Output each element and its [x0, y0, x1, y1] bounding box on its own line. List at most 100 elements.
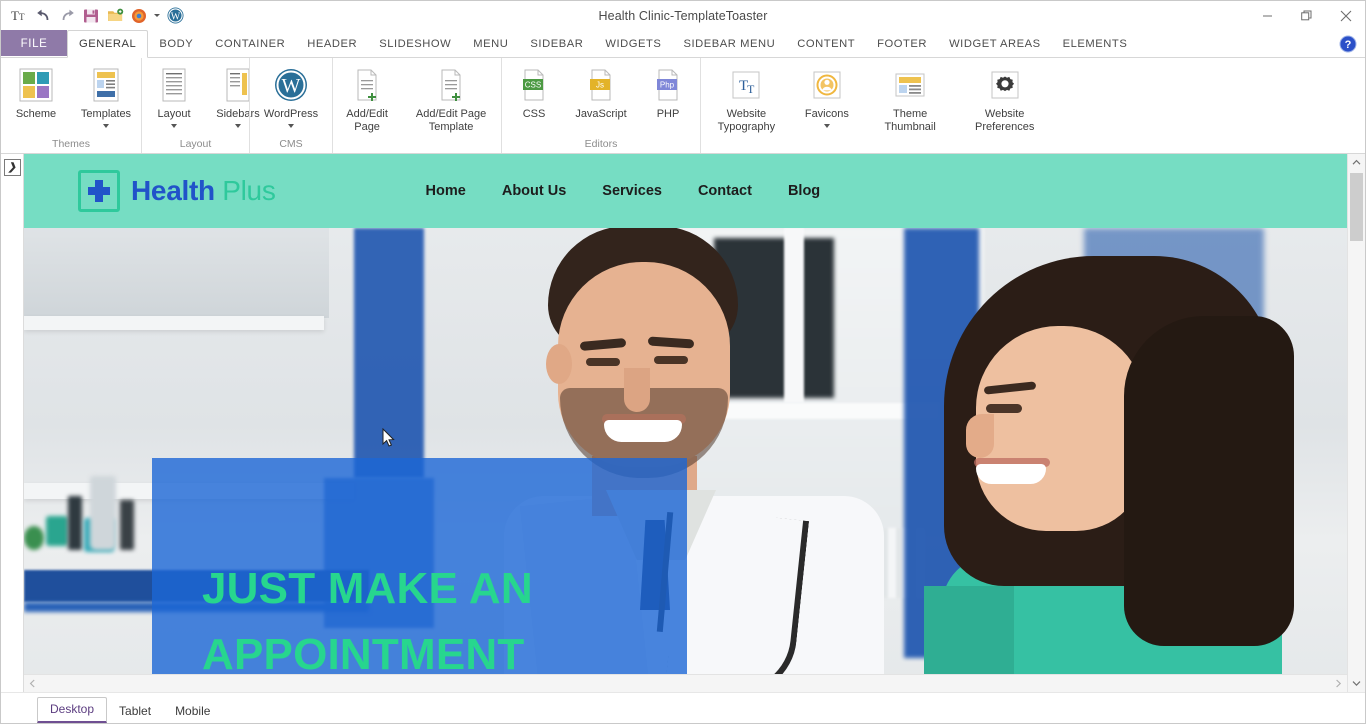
- add-edit-page-button[interactable]: Add/Edit Page: [333, 62, 401, 133]
- quick-access-toolbar: TT W: [1, 5, 186, 27]
- ribbon-group-website-tools: TT Website Typography Favicons Theme Thumb…: [700, 58, 1051, 153]
- ribbon-group-label-editors: Editors: [584, 138, 618, 150]
- minimize-icon[interactable]: [1248, 2, 1287, 29]
- theme-thumbnail-icon: [893, 65, 927, 105]
- tab-slideshow[interactable]: SLIDESHOW: [368, 30, 462, 57]
- ribbon-group-label-themes: Themes: [52, 138, 90, 150]
- vertical-scroll-track[interactable]: [1348, 171, 1365, 675]
- tab-sidebar[interactable]: SIDEBAR: [519, 30, 594, 57]
- wordpress-dropdown-icon[interactable]: [288, 123, 294, 128]
- templates-button[interactable]: Templates: [71, 62, 141, 128]
- favicons-button[interactable]: Favicons: [792, 62, 862, 128]
- sidebars-dropdown-icon[interactable]: [235, 123, 241, 128]
- device-tab-desktop[interactable]: Desktop: [37, 697, 108, 723]
- tab-widgets[interactable]: WIDGETS: [594, 30, 672, 57]
- vertical-scrollbar[interactable]: [1347, 154, 1365, 692]
- svg-text:W: W: [282, 75, 301, 97]
- css-editor-button[interactable]: CSS CSS: [502, 62, 566, 121]
- layout-label: Layout: [157, 108, 191, 120]
- scroll-up-button[interactable]: [1348, 154, 1365, 171]
- scheme-button[interactable]: Scheme: [1, 62, 71, 121]
- horizontal-scrollbar[interactable]: [24, 674, 1347, 692]
- svg-text:T: T: [11, 8, 19, 23]
- ribbon-tab-bar: FILE GENERAL BODY CONTAINER HEADER SLIDE…: [1, 30, 1365, 58]
- ribbon-group-label-pages: [333, 136, 501, 153]
- tab-content[interactable]: CONTENT: [786, 30, 866, 57]
- expand-panel-button[interactable]: ❯: [3, 159, 21, 176]
- open-icon[interactable]: [104, 5, 126, 27]
- left-rail: ❯: [1, 154, 24, 692]
- wordpress-label: WordPress: [263, 108, 319, 120]
- layout-dropdown-icon[interactable]: [171, 123, 177, 128]
- help-icon[interactable]: ?: [1339, 35, 1357, 53]
- tab-menu[interactable]: MENU: [462, 30, 519, 57]
- php-editor-button[interactable]: Php PHP: [636, 62, 700, 121]
- wordpress-icon[interactable]: W: [164, 5, 186, 27]
- horizontal-scroll-track[interactable]: [41, 675, 1330, 692]
- website-preferences-button[interactable]: Website Preferences: [958, 62, 1051, 133]
- svg-text:T: T: [19, 12, 25, 22]
- chevron-right-icon: ❯: [7, 161, 17, 173]
- theme-thumbnail-button[interactable]: Theme Thumbnail: [862, 62, 958, 133]
- add-edit-page-label: Add/Edit Page: [346, 108, 388, 133]
- device-preview-tabs: Desktop Tablet Mobile: [1, 692, 1365, 723]
- nav-item-blog[interactable]: Blog: [788, 183, 856, 199]
- website-typography-button[interactable]: TT Website Typography: [701, 62, 792, 133]
- add-edit-page-template-button[interactable]: Add/Edit Page Template: [401, 62, 501, 133]
- redo-icon[interactable]: [56, 5, 78, 27]
- preview-browser-icon[interactable]: [128, 5, 150, 27]
- scroll-right-button[interactable]: [1330, 675, 1347, 692]
- favicon-icon: [810, 65, 844, 105]
- title-bar: TT W Health Clinic-TemplateToaster: [1, 1, 1365, 30]
- svg-text:?: ?: [1345, 39, 1352, 51]
- theme-thumbnail-label: Theme Thumbnail: [884, 108, 936, 133]
- window-controls: [1248, 1, 1365, 30]
- device-tab-tablet[interactable]: Tablet: [107, 700, 163, 723]
- tab-header[interactable]: HEADER: [296, 30, 368, 57]
- close-icon[interactable]: [1326, 2, 1365, 29]
- hero-slideshow[interactable]: JUST MAKE AN APPOINTMENT: [24, 228, 1347, 674]
- website-canvas[interactable]: Health Plus Home About Us Services Conta…: [24, 154, 1347, 674]
- css-editor-label: CSS: [522, 108, 546, 120]
- javascript-editor-button[interactable]: Js JavaScript: [566, 62, 636, 121]
- tab-general[interactable]: GENERAL: [67, 30, 149, 58]
- scroll-left-button[interactable]: [24, 675, 41, 692]
- color-scheme-icon: [19, 65, 53, 105]
- templates-dropdown-icon[interactable]: [103, 123, 109, 128]
- ribbon-group-cms: W WordPress CMS: [249, 58, 332, 153]
- svg-text:CSS: CSS: [525, 81, 541, 90]
- favicons-dropdown-icon[interactable]: [823, 123, 830, 128]
- scroll-down-button[interactable]: [1348, 675, 1365, 692]
- site-logo[interactable]: Health Plus: [78, 170, 276, 212]
- quick-access-more-icon[interactable]: [152, 5, 162, 27]
- scheme-label: Scheme: [15, 108, 57, 120]
- templates-icon: [89, 65, 123, 105]
- tab-body[interactable]: BODY: [148, 30, 204, 57]
- device-tab-mobile[interactable]: Mobile: [163, 700, 222, 723]
- tab-sidebar-menu[interactable]: SIDEBAR MENU: [672, 30, 786, 57]
- undo-icon[interactable]: [32, 5, 54, 27]
- ribbon-group-label-layout: Layout: [179, 138, 212, 150]
- tab-elements[interactable]: ELEMENTS: [1052, 30, 1139, 57]
- nav-item-contact[interactable]: Contact: [698, 183, 788, 199]
- css-file-icon: CSS: [517, 65, 551, 105]
- nav-item-home[interactable]: Home: [426, 183, 502, 199]
- window-title: Health Clinic-TemplateToaster: [598, 8, 768, 23]
- nav-item-about-us[interactable]: About Us: [502, 183, 602, 199]
- font-size-icon[interactable]: TT: [8, 5, 30, 27]
- site-logo-text: Health Plus: [131, 175, 276, 207]
- vertical-scroll-thumb[interactable]: [1350, 173, 1363, 241]
- wordpress-button[interactable]: W WordPress: [250, 62, 332, 128]
- nurse-figure: [924, 256, 1304, 674]
- tab-widget-areas[interactable]: WIDGET AREAS: [938, 30, 1052, 57]
- layout-button[interactable]: Layout: [142, 62, 206, 128]
- save-icon[interactable]: [80, 5, 102, 27]
- logo-primary: Health: [131, 175, 215, 206]
- tab-footer[interactable]: FOOTER: [866, 30, 938, 57]
- tab-file[interactable]: FILE: [1, 30, 67, 57]
- javascript-file-icon: Js: [584, 65, 618, 105]
- tab-container[interactable]: CONTAINER: [204, 30, 296, 57]
- preview-pane: Health Plus Home About Us Services Conta…: [24, 154, 1347, 692]
- restore-icon[interactable]: [1287, 2, 1326, 29]
- nav-item-services[interactable]: Services: [602, 183, 698, 199]
